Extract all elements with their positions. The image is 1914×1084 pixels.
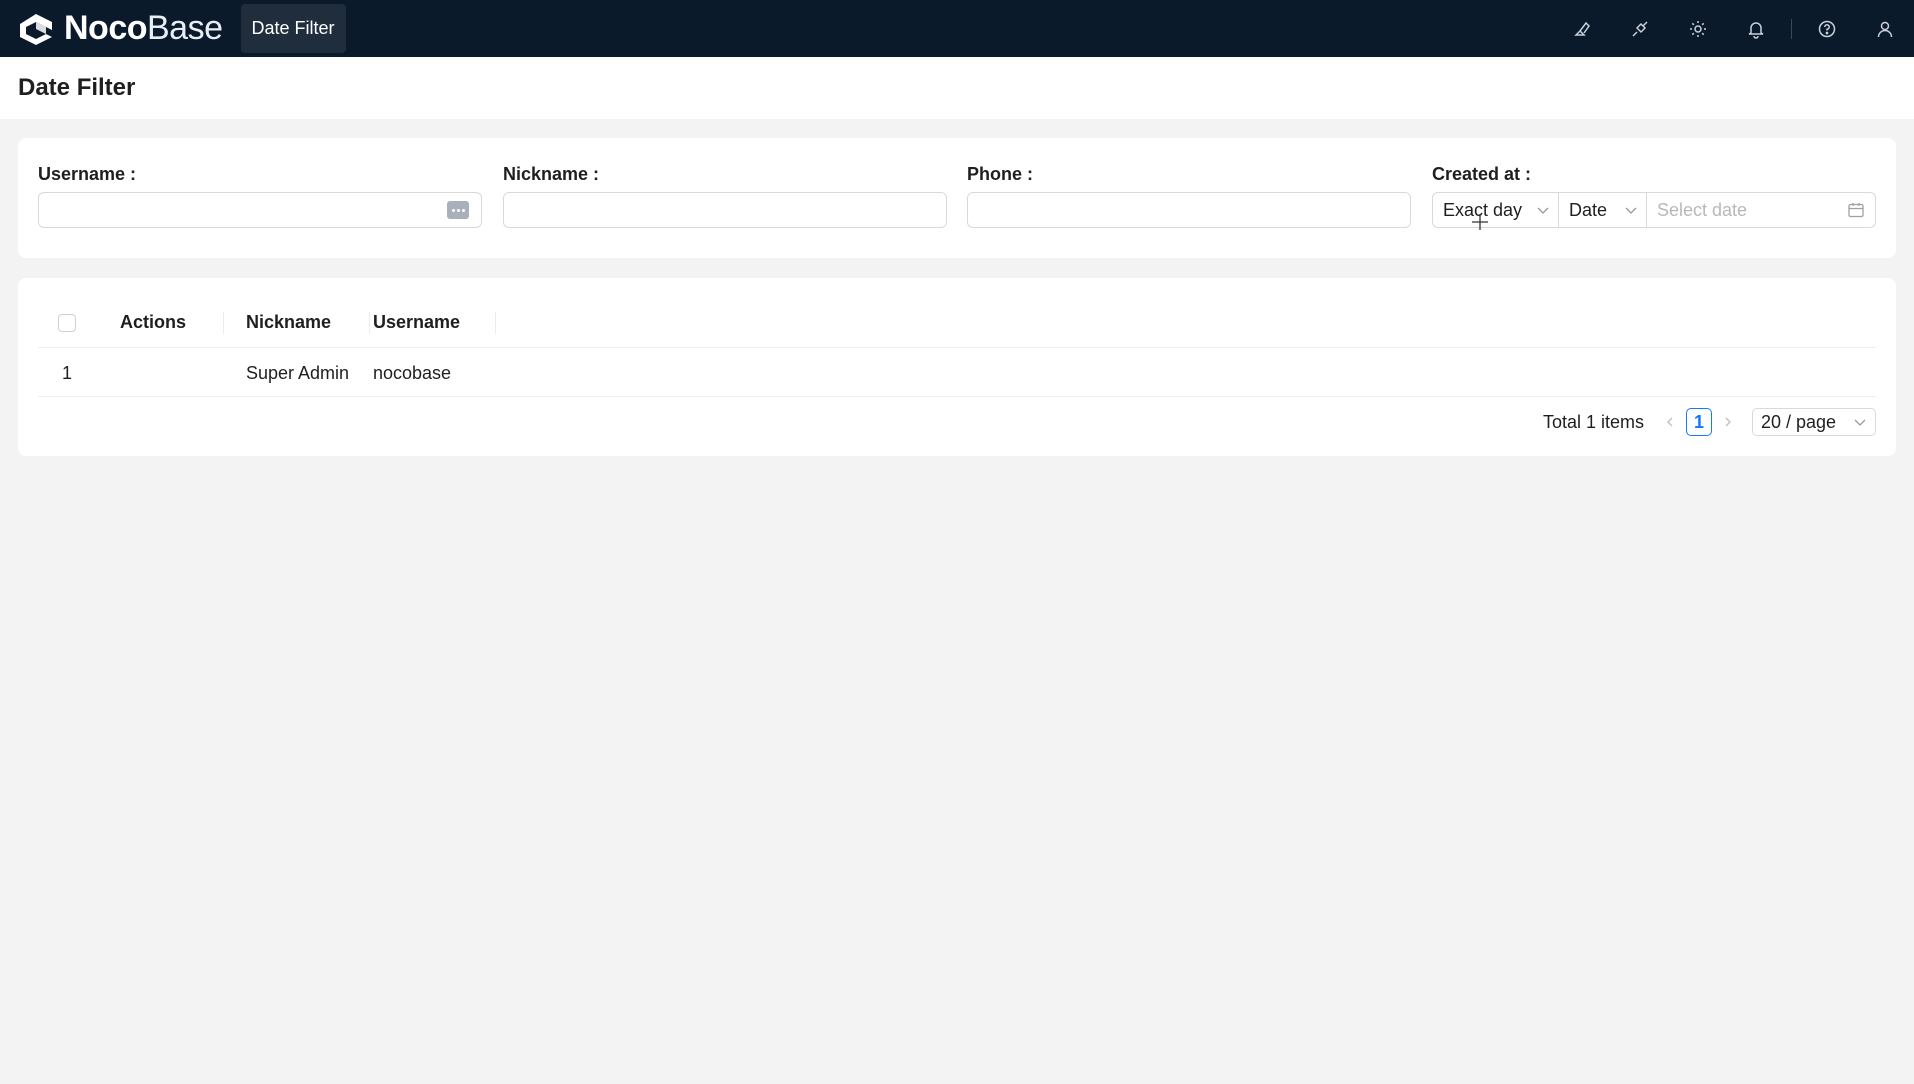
- pagination: Total 1 items 1 20 / page: [1543, 408, 1876, 436]
- nickname-label: Nickname :: [503, 164, 600, 184]
- phone-label: Phone :: [967, 164, 1034, 184]
- more-options-icon[interactable]: [447, 201, 469, 219]
- chevron-down-icon: [1854, 419, 1866, 426]
- date-mode-select[interactable]: Exact day: [1432, 192, 1559, 228]
- top-icons-group: [1553, 0, 1914, 57]
- logo-text-light: Base: [147, 9, 223, 47]
- table-row[interactable]: 1 Super Admin nocobase: [38, 349, 1876, 397]
- top-divider: [1791, 18, 1792, 39]
- date-placeholder: Select date: [1657, 199, 1748, 220]
- nickname-input[interactable]: [504, 193, 946, 227]
- date-picker-type-select[interactable]: Date: [1559, 192, 1647, 228]
- logo-text-bold: Noco: [64, 9, 148, 47]
- page-size-value: 20 / page: [1761, 411, 1837, 432]
- nickname-input-wrapper: [503, 192, 947, 228]
- column-header-nickname[interactable]: Nickname: [246, 312, 331, 333]
- row-username: nocobase: [373, 363, 452, 383]
- created-at-filter-field: Created at : Exact day Date Select date: [1432, 160, 1876, 228]
- logo[interactable]: Noco Base: [16, 0, 223, 57]
- phone-input[interactable]: [968, 193, 1410, 227]
- date-picker-input[interactable]: Select date: [1647, 192, 1876, 228]
- nocobase-logo-icon: [20, 13, 52, 45]
- column-header-username[interactable]: Username: [373, 312, 460, 333]
- settings-icon[interactable]: [1669, 0, 1727, 57]
- username-input-wrapper: [38, 192, 482, 228]
- bell-icon[interactable]: [1727, 0, 1785, 57]
- users-table-card: Actions Nickname Username 1 Super Admin …: [18, 278, 1896, 456]
- phone-input-wrapper: [967, 192, 1411, 228]
- filter-form-card: Username : Nickname : Phone : Created at…: [18, 138, 1896, 258]
- nickname-filter-field: Nickname :: [503, 160, 947, 228]
- select-all-checkbox[interactable]: [58, 313, 76, 332]
- plugin-icon[interactable]: [1611, 0, 1669, 57]
- chevron-down-icon: [1625, 207, 1637, 214]
- username-filter-field: Username :: [38, 160, 482, 228]
- highlighter-icon[interactable]: [1553, 0, 1611, 57]
- prev-page-icon[interactable]: [1658, 408, 1682, 436]
- column-divider: [369, 312, 370, 334]
- logo-wordmark: Noco Base: [64, 9, 223, 48]
- column-divider: [223, 312, 224, 334]
- page-header: Date Filter: [0, 57, 1914, 119]
- menu-tab-date-filter[interactable]: Date Filter: [240, 4, 346, 53]
- username-label: Username :: [38, 164, 137, 184]
- top-navigation-bar: Noco Base Date Filter: [0, 0, 1914, 57]
- phone-filter-field: Phone :: [967, 160, 1411, 228]
- created-at-label: Created at :: [1432, 164, 1532, 184]
- date-picker-type-value: Date: [1569, 199, 1608, 220]
- column-divider: [495, 312, 496, 334]
- created-at-date-group: Exact day Date Select date: [1432, 192, 1876, 228]
- user-icon[interactable]: [1856, 0, 1914, 57]
- username-input[interactable]: [39, 193, 481, 227]
- row-nickname: Super Admin: [246, 363, 350, 383]
- page-size-select[interactable]: 20 / page: [1752, 408, 1876, 436]
- help-icon[interactable]: [1798, 0, 1856, 57]
- chevron-down-icon: [1537, 207, 1549, 214]
- row-index: 1: [62, 363, 73, 383]
- crosshair-cursor-icon: [1472, 214, 1488, 230]
- column-header-actions: Actions: [120, 312, 187, 332]
- next-page-icon[interactable]: [1716, 408, 1740, 436]
- page-title: Date Filter: [18, 74, 136, 101]
- table-header: Actions Nickname Username: [38, 298, 1876, 348]
- calendar-icon: [1848, 203, 1864, 218]
- page-button-current[interactable]: 1: [1686, 408, 1712, 436]
- pagination-total: Total 1 items: [1542, 411, 1644, 432]
